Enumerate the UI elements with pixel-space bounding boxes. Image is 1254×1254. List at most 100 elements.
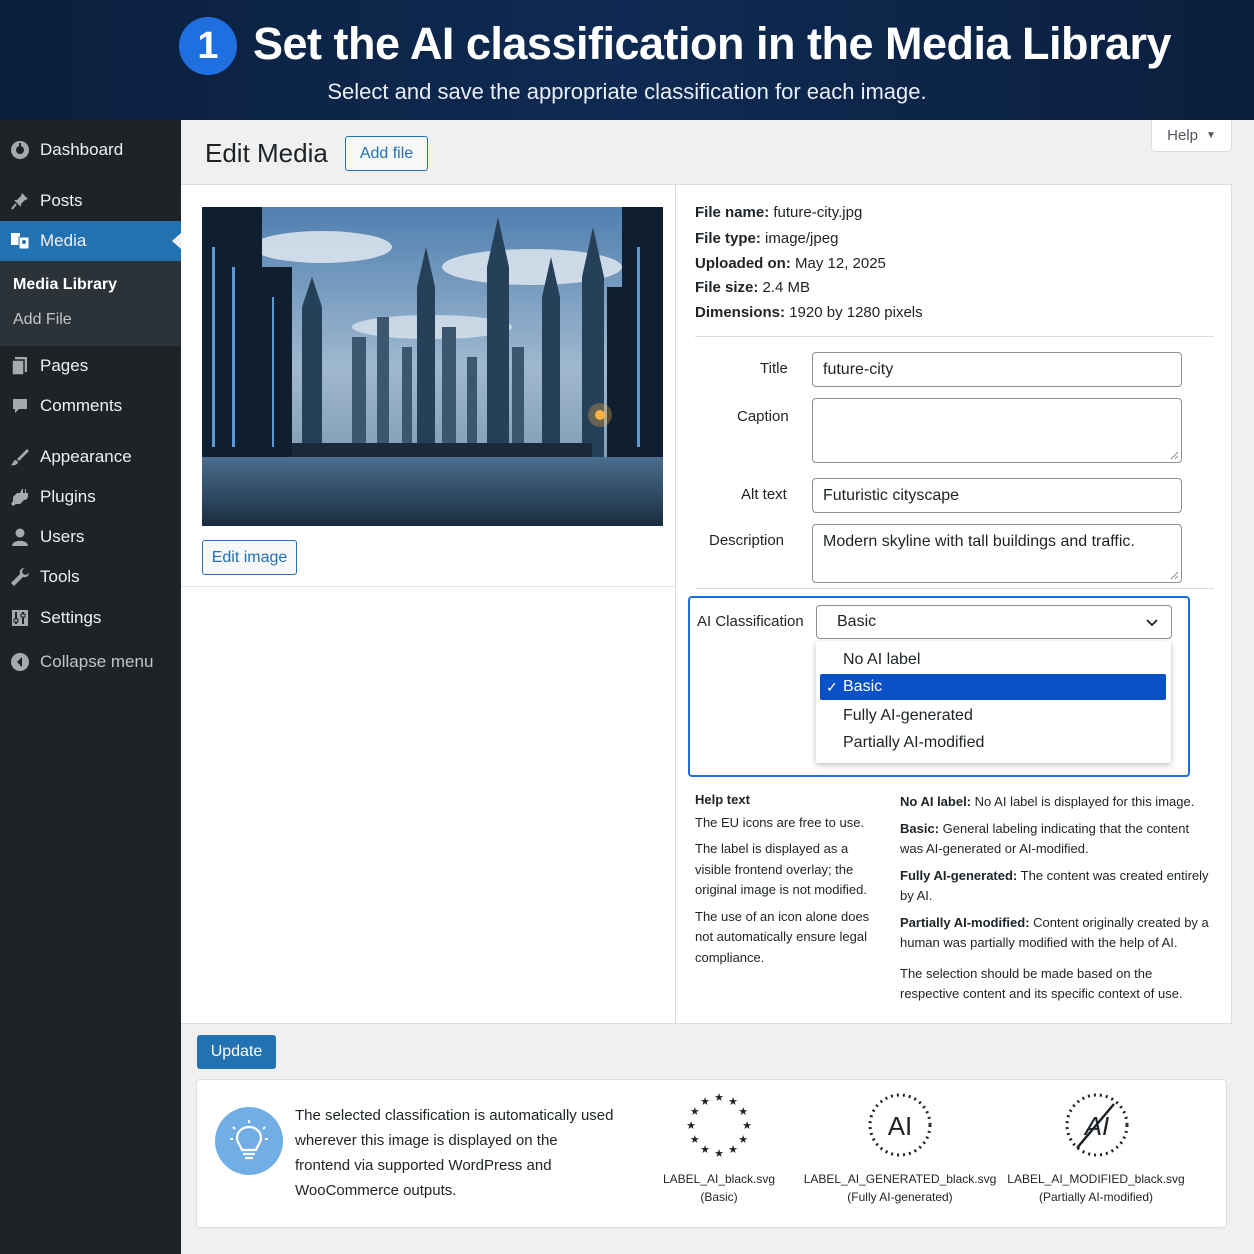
sidebar-item-tools[interactable]: Tools	[0, 557, 181, 597]
submenu-media-library[interactable]: Media Library	[13, 276, 117, 294]
resize-handle-icon[interactable]	[1169, 450, 1179, 460]
eu-ai-modified-icon: AI	[1065, 1093, 1129, 1157]
banner-subtitle: Select and save the appropriate classifi…	[327, 79, 927, 104]
option-basic[interactable]: ✓ Basic	[820, 674, 1166, 700]
chevron-down-icon	[1146, 619, 1158, 627]
sidebar-item-label: Tools	[40, 567, 80, 586]
info-text: The selected classification is automatic…	[295, 1107, 614, 1199]
sidebar-item-appearance[interactable]: Appearance	[0, 437, 181, 477]
sidebar-item-label: Media	[40, 231, 87, 250]
meta-label: File size:	[695, 279, 759, 296]
sidebar-item-label: Users	[40, 527, 85, 546]
caption-textarea[interactable]	[812, 398, 1182, 463]
help-text-right: No AI label: No AI label is displayed fo…	[900, 792, 1212, 1011]
preview-divider	[181, 586, 675, 587]
star-icon: ★	[714, 1091, 724, 1104]
label-file-name: LABEL_AI_black.svg	[662, 1172, 776, 1186]
title-label: Title	[760, 360, 788, 377]
star-icon: ★	[742, 1119, 752, 1132]
help-paragraph: The label is displayed as a visible fron…	[695, 841, 867, 897]
option-partially-ai-modified[interactable]: Partially AI-modified	[820, 730, 1166, 756]
sidebar-item-dashboard[interactable]: Dashboard	[0, 130, 181, 170]
resize-handle-icon[interactable]	[1169, 570, 1179, 580]
help-definition: General labeling indicating that the con…	[900, 820, 1190, 857]
title-input[interactable]: future-city	[812, 352, 1182, 387]
label-description: (Partially AI-modified)	[1038, 1190, 1154, 1204]
eu-stars-basic-icon: ★ ★★★★★★★★★★★	[686, 1091, 752, 1160]
file-size-row: File size: 2.4 MB	[695, 279, 810, 296]
help-paragraph: The use of an icon alone does not automa…	[695, 908, 870, 965]
pin-icon	[10, 191, 30, 211]
star-icon: ★	[700, 1143, 710, 1156]
plug-icon	[10, 487, 30, 507]
star-icon: ★	[700, 1095, 710, 1108]
option-no-ai-label[interactable]: No AI label	[820, 647, 1166, 673]
update-button[interactable]: Update	[197, 1035, 276, 1069]
option-fully-ai-generated[interactable]: Fully AI-generated	[820, 703, 1166, 729]
label-generated-caption: LABEL_AI_GENERATED_black.svg (Fully AI-g…	[800, 1170, 1000, 1206]
alt-text-label: Alt text	[741, 486, 787, 503]
sidebar-item-posts[interactable]: Posts	[0, 181, 181, 221]
admin-sidebar: Dashboard Posts Media Media Library Add …	[0, 120, 181, 1254]
description-label: Description	[709, 532, 785, 549]
help-label: Help	[1167, 127, 1198, 144]
star-icon: ★	[690, 1133, 700, 1146]
label-modified-caption: LABEL_AI_MODIFIED_black.svg (Partially A…	[1006, 1170, 1186, 1206]
file-name-row: File name: future-city.jpg	[695, 204, 862, 221]
caret-down-icon: ▼	[1205, 130, 1216, 141]
sidebar-item-label: Plugins	[40, 487, 96, 506]
star-icon: ★	[738, 1133, 748, 1146]
ai-classification-label: AI Classification	[697, 613, 804, 630]
help-term: No AI label:	[900, 794, 972, 809]
label-file-name: LABEL_AI_MODIFIED_black.svg	[1007, 1172, 1185, 1186]
help-paragraph: The EU icons are free to use.	[695, 814, 865, 830]
collapse-menu-button[interactable]: Collapse menu	[0, 642, 181, 682]
settings-icon	[10, 608, 30, 628]
add-file-button[interactable]: Add file	[345, 136, 428, 171]
uploaded-on-row: Uploaded on: May 12, 2025	[695, 255, 886, 272]
sidebar-item-plugins[interactable]: Plugins	[0, 477, 181, 517]
label-description: (Basic)	[700, 1190, 738, 1204]
sidebar-item-users[interactable]: Users	[0, 517, 181, 557]
help-term: Basic:	[900, 820, 940, 836]
ai-classification-select[interactable]: Basic	[816, 605, 1172, 639]
meta-label: File name:	[695, 204, 770, 221]
meta-label: File type:	[695, 230, 761, 247]
dashboard-icon	[10, 140, 30, 160]
sidebar-item-settings[interactable]: Settings	[0, 598, 181, 638]
user-icon	[10, 527, 30, 547]
submenu-add-file[interactable]: Add File	[13, 311, 72, 329]
star-icon: ★	[686, 1119, 696, 1132]
description-value: Modern skyline with tall buildings and t…	[823, 533, 1135, 550]
step-number-badge: 1	[179, 17, 237, 75]
meta-value: 2.4 MB	[762, 279, 811, 296]
option-label: Basic	[843, 678, 883, 695]
label-file-name: LABEL_AI_GENERATED_black.svg	[803, 1172, 997, 1186]
help-definition: No AI label is displayed for this image.	[974, 794, 1195, 809]
collapse-menu-label: Collapse menu	[40, 652, 154, 671]
edit-image-button[interactable]: Edit image	[202, 540, 297, 575]
sidebar-item-pages[interactable]: Pages	[0, 346, 181, 386]
star-icon: ★	[728, 1143, 738, 1156]
wrench-icon	[10, 567, 30, 587]
meta-value: May 12, 2025	[795, 255, 886, 272]
meta-label: Uploaded on:	[695, 255, 791, 272]
meta-value: 1920 by 1280 pixels	[789, 304, 923, 321]
brush-icon	[10, 447, 30, 467]
sidebar-item-label: Dashboard	[40, 140, 124, 159]
form-separator	[695, 588, 1214, 589]
sidebar-item-comments[interactable]: Comments	[0, 386, 181, 426]
eu-ai-generated-icon: AI	[868, 1093, 932, 1157]
media-preview-image	[202, 207, 663, 526]
help-term: Partially AI-modified:	[900, 914, 1030, 930]
alt-text-input[interactable]: Futuristic cityscape	[812, 478, 1182, 513]
ai-classification-dropdown: No AI label ✓ Basic Fully AI-generated P…	[816, 641, 1171, 763]
description-textarea[interactable]: Modern skyline with tall buildings and t…	[812, 524, 1182, 583]
file-type-row: File type: image/jpeg	[695, 230, 838, 247]
sidebar-item-media[interactable]: Media	[0, 221, 181, 261]
star-icon: ★	[690, 1105, 700, 1118]
help-tab[interactable]: Help ▼	[1151, 120, 1232, 152]
collapse-icon	[10, 652, 30, 672]
panel-divider	[675, 184, 676, 1024]
star-icon: ★	[728, 1095, 738, 1108]
